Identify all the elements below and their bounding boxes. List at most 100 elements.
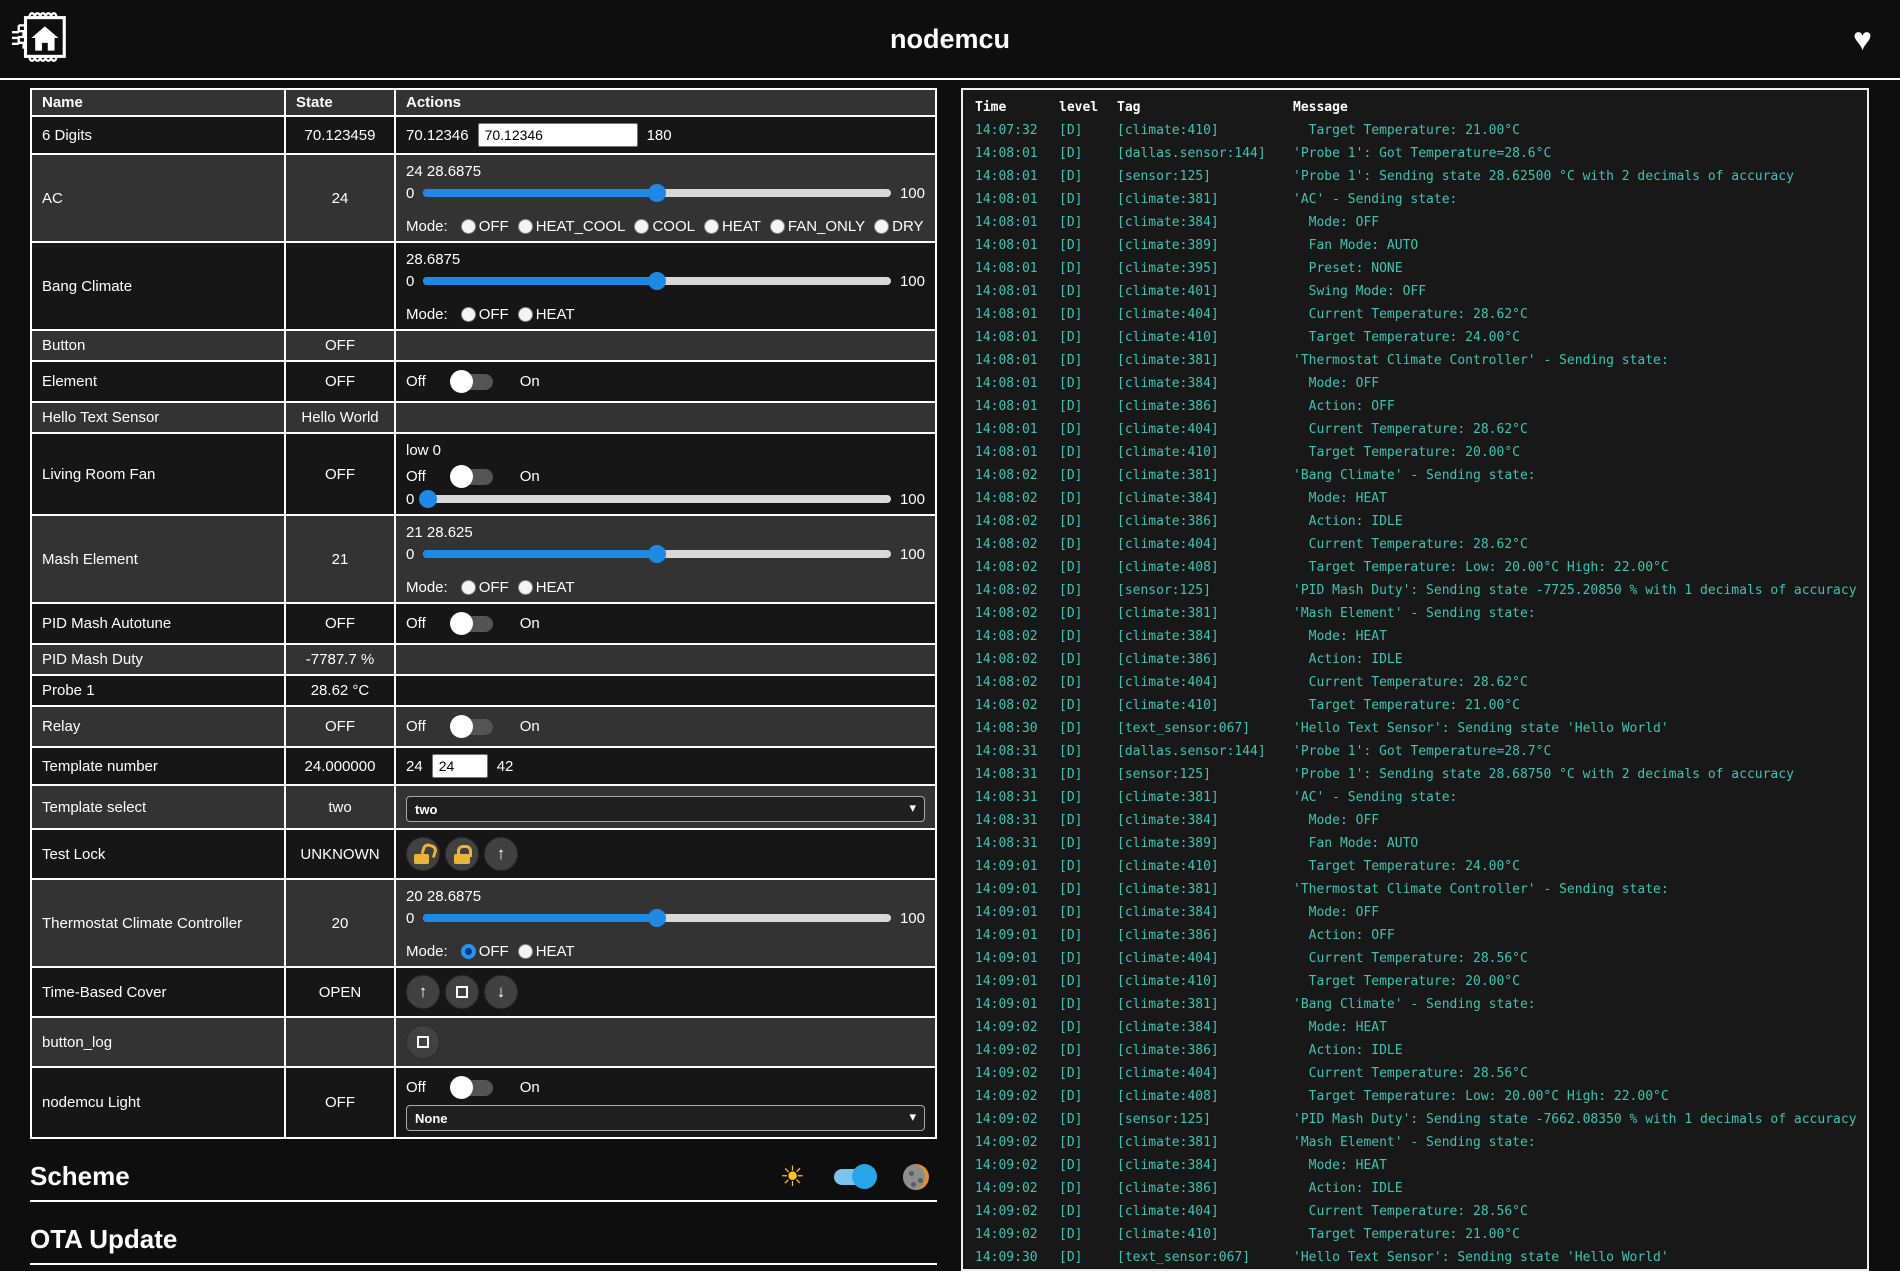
button-row — [406, 1024, 925, 1060]
log-time: 14:08:01 — [975, 395, 1059, 418]
log-level: [D] — [1059, 303, 1117, 326]
scheme-section-header: Scheme ☀ — [30, 1145, 937, 1202]
slider-thumb[interactable] — [648, 184, 666, 202]
log-level: [D] — [1059, 326, 1117, 349]
arrow-down-button[interactable] — [484, 975, 518, 1009]
log-row: 14:08:01[D][climate:410] Target Temperat… — [975, 326, 1867, 349]
arrow-up-button[interactable] — [406, 975, 440, 1009]
log-panel[interactable]: Time level Tag Message 14:07:32[D][clima… — [961, 88, 1869, 1271]
radio-icon[interactable] — [518, 944, 533, 959]
radio-icon[interactable] — [518, 219, 533, 234]
radio-icon[interactable] — [518, 580, 533, 595]
slider[interactable] — [423, 545, 891, 563]
mode-radio-off[interactable]: OFF — [461, 579, 509, 596]
table-row: Mash Element2121 28.6250100Mode:OFFHEAT — [31, 515, 936, 603]
log-level: [D] — [1059, 533, 1117, 556]
dropdown-select[interactable]: two — [406, 796, 925, 822]
slider-thumb[interactable] — [648, 909, 666, 927]
action-cell: 70.12346180 — [395, 116, 936, 154]
radio-icon[interactable] — [518, 307, 533, 322]
mode-radio-dry[interactable]: DRY — [874, 218, 923, 235]
mode-label: Mode: — [406, 943, 448, 960]
climate-value: 20 28.6875 — [406, 888, 925, 905]
mode-radio-cool[interactable]: COOL — [634, 218, 695, 235]
log-level: [D] — [1059, 1131, 1117, 1154]
toggle-switch[interactable] — [450, 370, 496, 393]
log-level: [D] — [1059, 372, 1117, 395]
arrow-up-button[interactable] — [484, 837, 518, 871]
table-row: Thermostat Climate Controller2020 28.687… — [31, 879, 936, 967]
slider-thumb[interactable] — [648, 545, 666, 563]
scheme-toggle[interactable] — [831, 1165, 877, 1188]
scheme-title: Scheme — [30, 1161, 130, 1192]
toggle-off-label: Off — [406, 373, 426, 390]
mode-radio-heat[interactable]: HEAT — [704, 218, 761, 235]
sun-icon: ☀ — [780, 1163, 805, 1191]
stop-square-button[interactable] — [406, 1025, 440, 1059]
log-tag: [climate:384] — [1117, 372, 1293, 395]
table-row: nodemcu LightOFFOffOnNone▾ — [31, 1067, 936, 1138]
slider[interactable] — [423, 490, 891, 508]
stop-square-button[interactable] — [445, 975, 479, 1009]
mode-radio-off[interactable]: OFF — [461, 218, 509, 235]
radio-icon[interactable] — [461, 580, 476, 595]
action-cell — [395, 967, 936, 1017]
mode-radio-off[interactable]: OFF — [461, 943, 509, 960]
mode-radio-off[interactable]: OFF — [461, 306, 509, 323]
toggle-on-label: On — [520, 718, 540, 735]
log-row: 14:08:31[D][climate:384] Mode: OFF — [975, 809, 1867, 832]
mode-radio-heat[interactable]: HEAT — [518, 579, 575, 596]
radio-icon[interactable] — [704, 219, 719, 234]
slider-thumb[interactable] — [648, 272, 666, 290]
log-level: [D] — [1059, 809, 1117, 832]
lock-open-button[interactable] — [406, 837, 440, 871]
log-row: 14:08:02[D][climate:408] Target Temperat… — [975, 556, 1867, 579]
table-row: PID Mash AutotuneOFFOffOn — [31, 603, 936, 644]
slider[interactable] — [423, 184, 891, 202]
slider[interactable] — [423, 272, 891, 290]
mode-radio-heat_cool[interactable]: HEAT_COOL — [518, 218, 626, 235]
log-tag: [climate:384] — [1117, 809, 1293, 832]
slider-thumb[interactable] — [419, 490, 437, 508]
number-input[interactable] — [478, 123, 638, 147]
mode-radio-heat[interactable]: HEAT — [518, 306, 575, 323]
table-row: Test LockUNKNOWN — [31, 829, 936, 879]
radio-icon[interactable] — [874, 219, 889, 234]
log-row: 14:08:02[D][climate:384] Mode: HEAT — [975, 487, 1867, 510]
log-level: [D] — [1059, 993, 1117, 1016]
toggle-switch[interactable] — [450, 612, 496, 635]
dropdown-select[interactable]: None — [406, 1105, 925, 1131]
log-time: 14:08:02 — [975, 648, 1059, 671]
mode-radio-fan_only[interactable]: FAN_ONLY — [770, 218, 865, 235]
radio-icon[interactable] — [634, 219, 649, 234]
log-tag: [climate:386] — [1117, 1039, 1293, 1062]
number-input[interactable] — [432, 754, 488, 778]
toggle-switch[interactable] — [450, 465, 496, 488]
radio-icon[interactable] — [461, 307, 476, 322]
log-time: 14:09:02 — [975, 1177, 1059, 1200]
radio-icon[interactable] — [461, 219, 476, 234]
log-tag: [climate:389] — [1117, 234, 1293, 257]
toggle-switch[interactable] — [450, 1076, 496, 1099]
log-tag: [sensor:125] — [1117, 763, 1293, 786]
entity-name: Element — [31, 361, 285, 402]
radio-icon[interactable] — [770, 219, 785, 234]
lock-closed-button[interactable] — [445, 837, 479, 871]
log-message: Mode: OFF — [1293, 901, 1867, 924]
button-row — [406, 974, 925, 1010]
radio-icon[interactable] — [461, 944, 476, 959]
log-tag: [dallas.sensor:144] — [1117, 740, 1293, 763]
log-level: [D] — [1059, 1246, 1117, 1269]
log-row: 14:09:02[D][climate:386] Action: IDLE — [975, 1039, 1867, 1062]
log-row: 14:09:02[D][climate:384] Mode: HEAT — [975, 1016, 1867, 1039]
log-level: [D] — [1059, 441, 1117, 464]
left-column: Name State Actions 6 Digits70.12345970.1… — [30, 88, 937, 1271]
entity-name: button_log — [31, 1017, 285, 1067]
log-tag: [climate:381] — [1117, 786, 1293, 809]
log-tag: [climate:395] — [1117, 257, 1293, 280]
slider[interactable] — [423, 909, 891, 927]
mode-radio-heat[interactable]: HEAT — [518, 943, 575, 960]
toggle-switch[interactable] — [450, 715, 496, 738]
log-row: 14:08:02[D][climate:381]'Mash Element' -… — [975, 602, 1867, 625]
log-row: 14:08:01[D][climate:381]'AC' - Sending s… — [975, 188, 1867, 211]
